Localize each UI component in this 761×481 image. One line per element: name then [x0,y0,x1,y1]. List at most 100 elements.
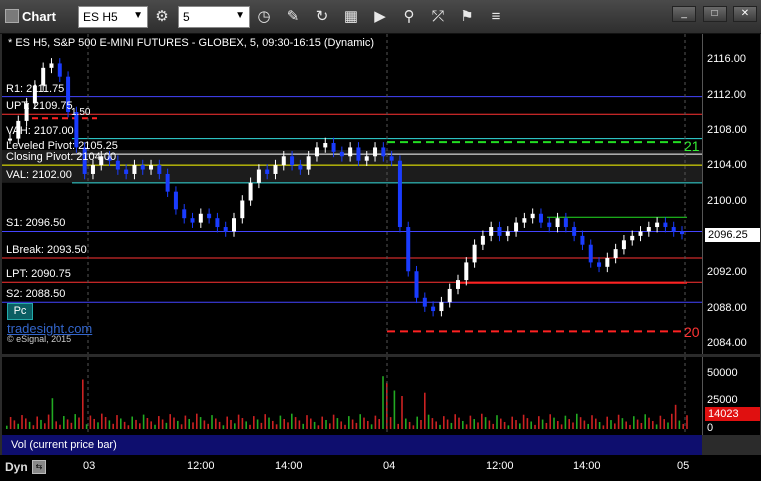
volume-bar [283,419,285,429]
price-bar [663,222,668,228]
price-bar [638,231,643,236]
price-bar [157,165,162,174]
volume-bar [13,420,16,429]
price-bar [422,297,427,307]
minimize-button[interactable]: _ [672,6,697,22]
settings-gear-icon[interactable]: ⚙ [151,6,173,28]
volume-bar [503,421,506,429]
volume-bar [294,417,297,429]
chevron-down-icon[interactable]: ▼ [133,10,143,21]
volume-bar [359,414,361,429]
maximize-button[interactable]: □ [702,6,727,22]
volume-panel[interactable] [2,357,702,435]
volume-bar [355,422,358,429]
volume-bar [465,424,468,429]
volume-bar [215,418,217,429]
price-bar [439,302,444,312]
title-bar: Chart ES H5 ▼ ⚙ 5 ▼ ◷ ✎ ↻ ▦ ▶ ⚲ ⤱ ⚑ ≡ _ … [0,0,761,34]
price-bar [646,227,651,232]
volume-bar [488,420,491,429]
volume-scale[interactable]: 50000 25000 14023 0 [702,357,760,435]
volume-bar [211,415,213,429]
volume-bar [74,414,76,429]
level-label: UPT: 2109.75 [6,100,73,113]
study-icon[interactable]: ▦ [340,6,362,28]
volume-bar [405,418,407,429]
price-bar [273,165,278,174]
volume-bar [435,421,437,429]
price-bar [563,218,568,228]
volume-bar [268,417,270,429]
price-bar [671,227,676,232]
volume-bar [530,421,532,429]
price-bar [580,235,585,245]
clock-icon[interactable]: ◷ [253,6,275,28]
volume-bar [158,416,160,429]
price-bar [489,227,494,236]
volume-bar [446,419,449,429]
volume-bar [420,420,422,429]
price-bar [522,218,527,223]
level-label: LBreak: 2093.50 [6,243,87,256]
dyn-label[interactable]: Dyn [5,460,28,474]
time-axis[interactable]: Dyn ⇆ 03 12:00 14:00 04 12:00 14:00 05 [0,455,761,481]
price-tick-label: 2108.00 [707,124,747,136]
time-label: 05 [677,460,690,472]
volume-bar [408,421,411,429]
price-bar [149,165,154,170]
symbol-value: ES H5 [83,10,118,24]
dyn-toggle-icon[interactable]: ⇆ [32,460,46,474]
time-label: 14:00 [573,460,601,472]
price-bar [90,165,95,174]
refresh-icon[interactable]: ↻ [311,6,333,28]
volume-bar [237,414,240,429]
chevron-down-icon[interactable]: ▼ [235,10,245,21]
close-button[interactable]: ✕ [733,6,757,22]
volume-bar [500,418,502,429]
play-icon[interactable]: ▶ [369,6,391,28]
volume-bar [336,418,339,429]
price-bar [538,213,543,223]
price-bar [680,231,684,235]
volume-bar [629,424,631,429]
tag-icon[interactable]: ⚑ [456,6,478,28]
volume-bar [222,425,225,429]
volume-bar [249,424,251,429]
pencil-icon[interactable]: ✎ [282,6,304,28]
volume-bar [633,416,635,429]
pc-button[interactable]: Pc [7,303,33,320]
volume-bar [55,421,57,429]
price-bar [140,165,145,170]
volume-bar [424,392,426,429]
volume-bar [481,413,483,429]
volume-bar [245,421,247,429]
price-bar [356,147,361,161]
volume-label-bar: Vol (current price bar) [2,435,702,455]
price-panel[interactable]: * ES H5, S&P 500 E-MINI FUTURES - GLOBEX… [2,34,702,354]
volume-bar [317,425,320,429]
volume-bar [192,422,194,429]
volume-bar [260,422,263,429]
time-label: 04 [383,460,396,472]
volume-bar [256,419,259,429]
volume-bar [549,414,551,429]
interval-input[interactable]: 5 ▼ [178,6,250,28]
symbol-input[interactable]: ES H5 ▼ [78,6,148,28]
volume-bar [325,419,327,429]
volume-bar [374,415,377,429]
volume-bar [519,423,521,429]
price-bar [547,222,552,228]
volume-bar [557,421,559,429]
volume-bar [199,417,202,429]
volume-bar [431,418,434,429]
time-label: 12:00 [486,460,514,472]
volume-bar [393,390,396,429]
cursor-icon[interactable]: ⤱ [427,6,449,28]
app-title: Chart [22,9,56,24]
volume-bar [602,425,605,429]
volume-bar [541,419,544,429]
link-icon[interactable]: ⚲ [398,6,420,28]
menu-icon[interactable]: ≡ [485,6,507,28]
price-scale[interactable]: 2116.00 2112.00 2108.00 2104.00 2100.00 … [702,34,760,354]
volume-bar [412,425,415,429]
